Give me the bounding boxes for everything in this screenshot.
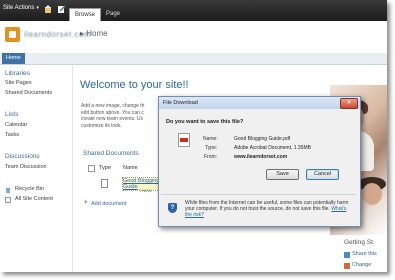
share-site-link[interactable]: Share this <box>352 251 377 257</box>
getting-started-heading: Getting St <box>344 239 373 246</box>
nav-item-tasks[interactable]: Tasks <box>5 132 19 138</box>
all-site-content-icon <box>5 197 11 203</box>
welcome-description: Add a new image, change th edit button a… <box>81 103 161 129</box>
nav-item-all-site-content[interactable]: All Site Content <box>15 196 53 202</box>
page-title: Welcome to your site!! <box>80 79 189 91</box>
quick-launch: Libraries Site Pages Shared Documents Li… <box>0 65 73 272</box>
site-actions-label: Site Actions <box>3 5 35 11</box>
nav-item-recycle-bin[interactable]: Recycle Bin <box>15 186 44 192</box>
name-label: Name: <box>203 136 218 142</box>
photo-shape <box>362 183 382 205</box>
site-header: ilearndorset.com ▸ Home <box>0 21 387 54</box>
nav-item-team-discussion[interactable]: Team Discussion <box>5 164 47 170</box>
from-value: www.ilearndorset.com <box>234 154 288 160</box>
nav-heading-libraries[interactable]: Libraries <box>5 70 30 77</box>
new-badge: ! NEW <box>140 188 152 193</box>
dialog-title: File Download <box>163 100 198 106</box>
breadcrumb-arrow-icon: ▸ <box>80 29 85 38</box>
share-icon <box>344 252 350 258</box>
column-name[interactable]: Name <box>123 165 138 171</box>
nav-item-shared-documents[interactable]: Shared Documents <box>5 90 52 96</box>
nav-item-site-pages[interactable]: Site Pages <box>5 80 32 86</box>
warning-message: While files from the Internet can be use… <box>185 200 349 212</box>
screenshot-frame: Site Actions ▾ Browse Page ilearndorset.c… <box>0 0 387 272</box>
name-value: Good Blogging Guide.pdf <box>234 136 291 142</box>
from-label: From: <box>204 154 218 160</box>
nav-heading-lists[interactable]: Lists <box>5 111 18 118</box>
dialog-question: Do you want to save this file? <box>166 119 244 125</box>
edit-page-icon[interactable] <box>57 5 66 14</box>
tab-browse[interactable]: Browse <box>69 8 102 22</box>
warning-text: While files from the Internet can be use… <box>185 200 351 218</box>
shield-question-icon: ? <box>168 203 177 213</box>
cancel-button[interactable]: Cancel <box>306 169 339 180</box>
site-logo <box>5 27 20 42</box>
add-icon: + <box>84 200 88 206</box>
type-label: Type: <box>205 145 218 151</box>
site-actions-menu[interactable]: Site Actions ▾ <box>3 5 39 11</box>
nav-heading-discussions[interactable]: Discussions <box>5 153 40 160</box>
file-download-dialog: File Download ✕ Do you want to save this… <box>158 96 361 227</box>
column-type[interactable]: Type <box>99 165 111 171</box>
select-all-checkbox[interactable] <box>88 165 95 172</box>
top-nav: Home <box>0 53 387 65</box>
breadcrumb: ▸ Home <box>80 29 108 38</box>
tab-page[interactable]: Page <box>101 8 125 21</box>
navigate-up-icon[interactable] <box>44 5 53 14</box>
shared-documents-heading[interactable]: Shared Documents <box>83 150 139 157</box>
dropdown-arrow-icon: ▾ <box>36 5 39 11</box>
pdf-file-icon <box>178 133 190 147</box>
top-nav-home[interactable]: Home <box>2 53 25 64</box>
change-theme-icon <box>344 263 350 269</box>
type-value: Adobe Acrobat Document, 1.35MB <box>234 145 311 151</box>
ribbon-bar: Site Actions ▾ Browse Page <box>0 0 387 22</box>
add-document-link[interactable]: Add document <box>91 201 126 207</box>
save-button[interactable]: Save <box>266 169 299 180</box>
dialog-title-bar[interactable]: File Download ✕ <box>159 97 360 109</box>
change-theme-link[interactable]: Change <box>352 262 371 268</box>
close-button[interactable]: ✕ <box>340 98 358 109</box>
breadcrumb-current: Home <box>86 29 108 38</box>
document-icon <box>101 179 108 188</box>
description-line: customize its look. <box>81 122 122 129</box>
warning-section: ? While files from the Internet can be u… <box>161 194 356 224</box>
recycle-bin-icon <box>6 188 10 193</box>
nav-item-calendar[interactable]: Calendar <box>5 122 27 128</box>
